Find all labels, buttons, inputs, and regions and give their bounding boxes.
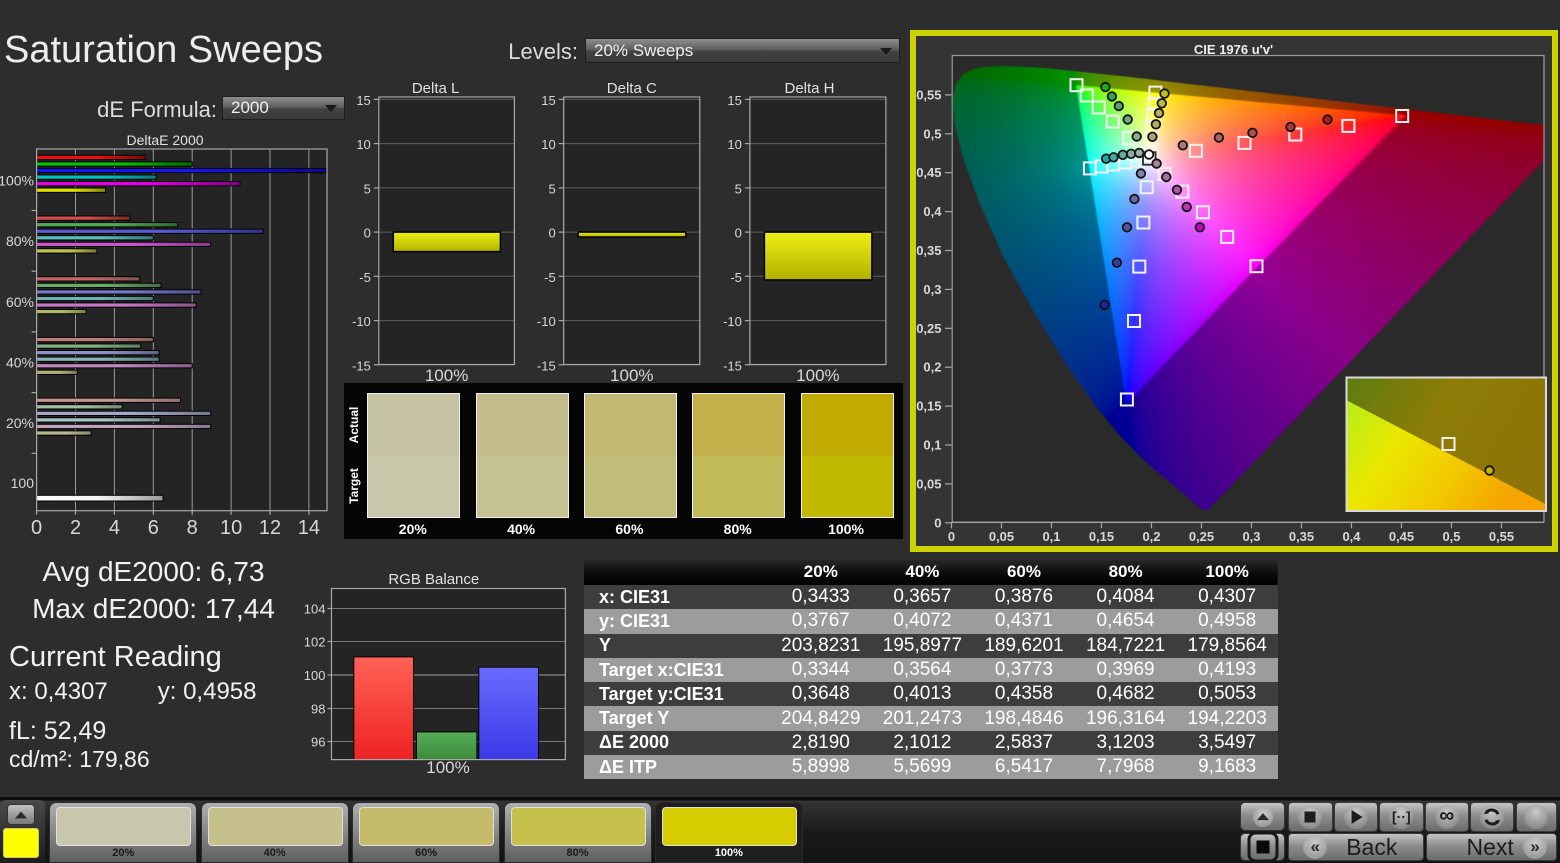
svg-text:0,55: 0,55 bbox=[916, 87, 941, 102]
svg-text:0,35: 0,35 bbox=[1288, 529, 1313, 544]
svg-text:14: 14 bbox=[298, 517, 320, 539]
svg-text:4: 4 bbox=[109, 517, 120, 539]
svg-text:0,55: 0,55 bbox=[1488, 529, 1513, 544]
svg-text:0: 0 bbox=[947, 529, 954, 544]
svg-text:-5: -5 bbox=[730, 270, 742, 285]
svg-text:0: 0 bbox=[548, 226, 555, 241]
svg-text:6: 6 bbox=[148, 517, 159, 539]
svg-text:0,3: 0,3 bbox=[1242, 529, 1260, 544]
svg-text:10: 10 bbox=[541, 137, 555, 152]
svg-text:0,1: 0,1 bbox=[923, 438, 941, 453]
svg-text:5: 5 bbox=[735, 181, 742, 196]
svg-text:10: 10 bbox=[220, 517, 242, 539]
svg-text:-15: -15 bbox=[723, 358, 742, 373]
svg-text:0,5: 0,5 bbox=[1442, 529, 1460, 544]
svg-text:0: 0 bbox=[735, 226, 742, 241]
svg-text:-10: -10 bbox=[537, 314, 556, 329]
svg-text:0,2: 0,2 bbox=[1142, 529, 1160, 544]
svg-text:8: 8 bbox=[187, 517, 198, 539]
svg-text:2: 2 bbox=[70, 517, 81, 539]
svg-text:10: 10 bbox=[356, 137, 370, 152]
svg-text:15: 15 bbox=[541, 93, 555, 108]
svg-text:-5: -5 bbox=[359, 270, 371, 285]
svg-text:Delta H: Delta H bbox=[784, 80, 834, 97]
svg-text:12: 12 bbox=[259, 517, 281, 539]
svg-text:-10: -10 bbox=[352, 314, 371, 329]
svg-text:98: 98 bbox=[311, 702, 325, 717]
svg-text:0: 0 bbox=[364, 226, 371, 241]
svg-text:0,45: 0,45 bbox=[916, 165, 941, 180]
svg-text:-10: -10 bbox=[723, 314, 742, 329]
svg-text:0,5: 0,5 bbox=[923, 126, 941, 141]
svg-text:5: 5 bbox=[548, 181, 555, 196]
svg-text:40%: 40% bbox=[6, 355, 34, 371]
svg-text:15: 15 bbox=[727, 93, 741, 108]
svg-text:0,4: 0,4 bbox=[923, 204, 942, 219]
svg-text:15: 15 bbox=[356, 93, 370, 108]
svg-text:0,3: 0,3 bbox=[923, 282, 941, 297]
svg-text:60%: 60% bbox=[6, 294, 34, 310]
svg-text:0,45: 0,45 bbox=[1388, 529, 1413, 544]
svg-text:20%: 20% bbox=[6, 415, 34, 431]
svg-text:104: 104 bbox=[304, 602, 326, 617]
svg-text:-15: -15 bbox=[352, 358, 371, 373]
svg-text:0,15: 0,15 bbox=[1088, 529, 1113, 544]
svg-text:0,05: 0,05 bbox=[916, 476, 941, 491]
svg-text:100%: 100% bbox=[0, 172, 34, 188]
svg-text:0: 0 bbox=[31, 517, 42, 539]
svg-text:-5: -5 bbox=[544, 270, 556, 285]
svg-text:102: 102 bbox=[304, 635, 326, 650]
svg-text:0,05: 0,05 bbox=[988, 529, 1013, 544]
svg-text:0: 0 bbox=[934, 515, 941, 530]
svg-text:96: 96 bbox=[311, 735, 325, 750]
svg-text:10: 10 bbox=[727, 137, 741, 152]
svg-text:0,15: 0,15 bbox=[916, 399, 941, 414]
svg-text:RGB Balance: RGB Balance bbox=[388, 571, 479, 588]
svg-text:0,35: 0,35 bbox=[916, 243, 941, 258]
svg-text:0,1: 0,1 bbox=[1042, 529, 1060, 544]
svg-text:100%: 100% bbox=[426, 758, 469, 777]
svg-text:5: 5 bbox=[364, 181, 371, 196]
svg-text:100: 100 bbox=[304, 668, 326, 683]
svg-text:Delta C: Delta C bbox=[607, 80, 657, 97]
svg-text:-15: -15 bbox=[537, 358, 556, 373]
svg-text:Delta L: Delta L bbox=[412, 80, 460, 97]
svg-text:0,4: 0,4 bbox=[1342, 529, 1361, 544]
svg-text:DeltaE 2000: DeltaE 2000 bbox=[126, 132, 203, 148]
svg-text:0,25: 0,25 bbox=[916, 321, 941, 336]
svg-text:0,2: 0,2 bbox=[923, 360, 941, 375]
svg-text:100: 100 bbox=[11, 475, 35, 491]
svg-text:80%: 80% bbox=[6, 233, 34, 249]
svg-text:0,25: 0,25 bbox=[1188, 529, 1213, 544]
